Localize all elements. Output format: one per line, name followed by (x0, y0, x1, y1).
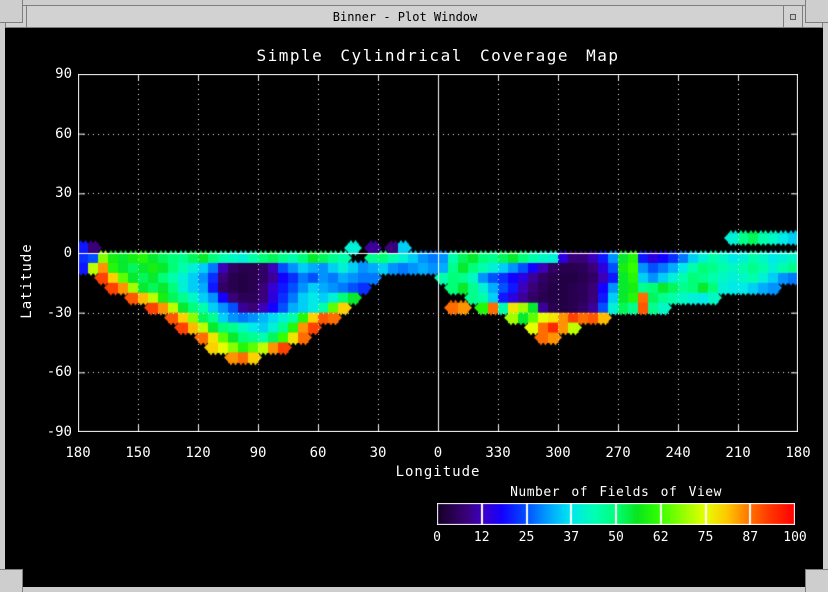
x-tick-label: 60 (296, 445, 340, 461)
x-tick-label: 330 (476, 445, 520, 461)
colorbar-canvas (437, 503, 795, 525)
x-tick-label: 90 (236, 445, 280, 461)
resize-handle-bottom-left[interactable] (0, 569, 23, 592)
x-tick-label: 0 (416, 445, 460, 461)
y-tick-label: 30 (22, 185, 72, 201)
plot-area: Simple Cylindrical Coverage Map Latitude… (5, 28, 823, 587)
iconify-icon (790, 14, 796, 20)
x-tick-label: 210 (716, 445, 760, 461)
y-tick-label: 90 (22, 66, 72, 82)
x-tick-label: 120 (176, 445, 220, 461)
y-tick-label: -30 (22, 305, 72, 321)
colorbar-title: Number of Fields of View (437, 485, 795, 500)
plot-title: Simple Cylindrical Coverage Map (78, 46, 798, 65)
window-title: Binner - Plot Window (27, 6, 783, 27)
plot-window: Binner - Plot Window Simple Cylindrical … (0, 0, 828, 592)
colorbar-tick-label: 25 (507, 530, 547, 545)
y-tick-label: 60 (22, 126, 72, 142)
x-tick-label: 180 (776, 445, 820, 461)
x-tick-label: 270 (596, 445, 640, 461)
colorbar-tick-label: 37 (551, 530, 591, 545)
coverage-map-canvas (78, 74, 798, 432)
colorbar-tick-label: 75 (686, 530, 726, 545)
x-tick-label: 30 (356, 445, 400, 461)
colorbar-tick-label: 12 (462, 530, 502, 545)
titlebar[interactable]: Binner - Plot Window (5, 5, 823, 28)
colorbar-tick-label: 0 (417, 530, 457, 545)
colorbar-tick-label: 100 (775, 530, 815, 545)
resize-handle-bottom-right[interactable] (805, 569, 828, 592)
resize-handle-top-left[interactable] (0, 0, 23, 23)
resize-handle-top-right[interactable] (805, 0, 828, 23)
y-tick-label: -60 (22, 364, 72, 380)
colorbar-tick-label: 62 (641, 530, 681, 545)
x-tick-label: 180 (56, 445, 100, 461)
x-tick-label: 300 (536, 445, 580, 461)
iconify-button[interactable] (783, 6, 802, 27)
y-tick-label: -90 (22, 424, 72, 440)
x-tick-label: 240 (656, 445, 700, 461)
y-tick-label: 0 (22, 245, 72, 261)
x-axis-title: Longitude (78, 464, 798, 480)
x-tick-label: 150 (116, 445, 160, 461)
colorbar-tick-label: 87 (730, 530, 770, 545)
colorbar-tick-label: 50 (596, 530, 636, 545)
y-axis-title: Latitude (19, 201, 35, 361)
